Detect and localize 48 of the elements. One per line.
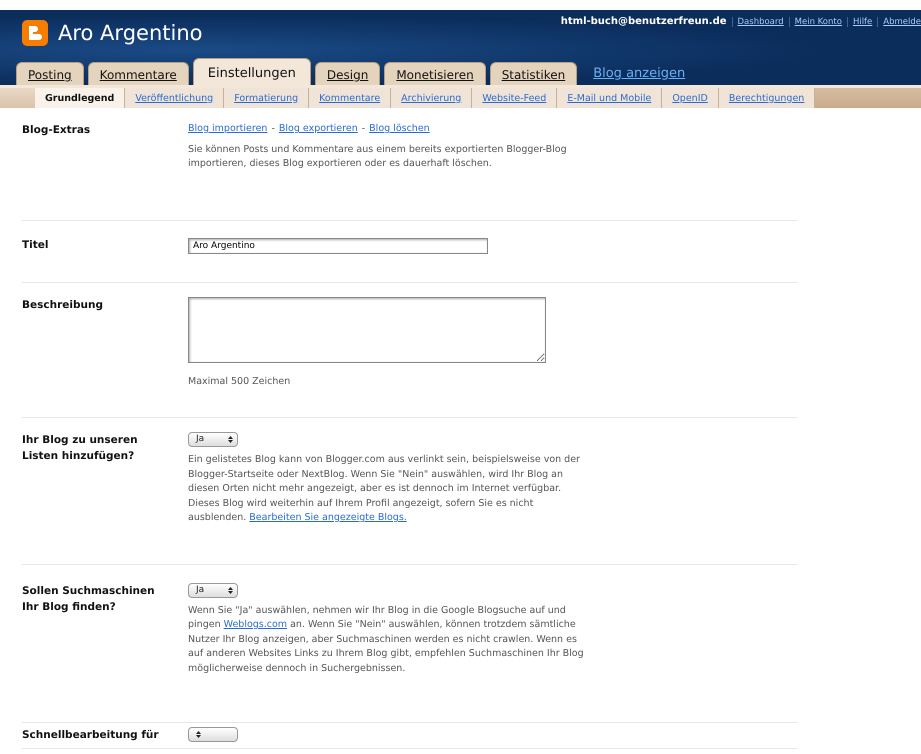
subnav-tab[interactable]: Archivierung <box>391 88 472 108</box>
setting-label: Titel <box>22 238 50 252</box>
dropdown[interactable] <box>188 727 238 742</box>
setting-description: Ein gelistetes Blog kann von Blogger.com aus verlinkt sein, beispielsweise von der Blogger-Startseite oder NextBlog. Wenn Sie "Nein" auswählen, wird Ihr Blog an diesen Orten nicht mehr angezeigt, aber es ist dennoch im Internet verfügbar. Dieses Blog wird weiterhin auf Ihrem Profil angezeigt, sofern Sie es nicht ausblenden. Bearbeiten Sie angezeigte Blogs. <box>188 453 581 525</box>
link-separator: - <box>362 123 366 134</box>
character-limit-note: Maximal 500 Zeichen <box>188 374 292 388</box>
nav-tab[interactable]: Statistiken <box>490 62 578 85</box>
nav-tab[interactable]: Design <box>314 62 380 85</box>
setting-label: Ihr Blog zu unseren Listen hinzufügen? <box>22 433 139 464</box>
blog-title: Aro Argentino <box>58 21 202 45</box>
subnav-tab[interactable]: Website-Feed <box>472 88 558 108</box>
subnav-tab[interactable]: Berechtigungen <box>718 88 816 108</box>
dropdown-arrow-icon <box>196 730 201 739</box>
user-email: html-buch@benutzerfreun.de <box>560 16 727 27</box>
setting-description: Sie können Posts und Kommentare aus einem bereits exportierten Blogger-Blog importieren, dieses Blog exportieren oder es dauerhaft löschen. <box>188 142 568 171</box>
description-textarea[interactable] <box>188 296 546 362</box>
link-separator: - <box>271 123 275 134</box>
account-link[interactable]: Dashboard <box>738 16 784 26</box>
nav-tab[interactable]: Monetisieren <box>384 62 486 85</box>
nav-tab[interactable]: Einstellungen <box>192 58 311 85</box>
action-link[interactable]: Blog löschen <box>369 123 430 134</box>
view-blog-link[interactable]: Blog anzeigen <box>593 66 686 81</box>
action-link[interactable]: Blog exportieren <box>278 123 358 134</box>
dropdown[interactable]: Ja <box>188 582 238 598</box>
subnav-tab[interactable]: E-Mail und Mobile <box>557 88 662 108</box>
account-link[interactable]: Hilfe <box>852 16 872 26</box>
setting-description: Wenn Sie "Ja" auswählen, nehmen wir Ihr Blog in die Google Blogsuche auf und pingen Weblogs.com an. Wenn Sie "Nein" auswählen, können trotzdem sämtliche Nutzer Ihr Blog anzeigen, aber Suchmaschinen werden es nicht crawlen. Wenn es auf anderen Websites Links zu Ihrem Blog gibt, empfehlen Suchmaschinen Ihr Blog möglicherweise dennoch in Suchergebnissen. <box>188 604 585 676</box>
account-link[interactable]: Mein Konto <box>794 16 842 26</box>
action-link[interactable]: Blog importieren <box>188 123 268 134</box>
subnav-tab[interactable]: Veröffentlichung <box>125 88 224 108</box>
logo-icon <box>22 20 48 46</box>
subnav-tab[interactable]: OpenID <box>662 88 719 108</box>
dropdown-arrow-icon <box>228 586 233 594</box>
subnav-tab[interactable]: Kommentare <box>309 88 392 108</box>
subnav-tab[interactable]: Formatierung <box>224 88 310 108</box>
title-input[interactable]: Aro Argentino <box>188 238 488 254</box>
setting-label: Blog-Extras <box>22 123 92 138</box>
account-link[interactable]: Abmelde <box>883 16 921 26</box>
help-link[interactable]: Weblogs.com <box>224 619 288 630</box>
help-link[interactable]: Bearbeiten Sie angezeigte Blogs. <box>249 512 407 523</box>
nav-tab[interactable]: Posting <box>16 62 84 85</box>
nav-tab[interactable]: Kommentare <box>88 62 189 85</box>
dropdown[interactable]: Ja <box>188 432 238 447</box>
setting-label: Schnellbearbeitung für <box>22 728 160 743</box>
subnav-tab[interactable]: Grundlegend <box>35 88 126 108</box>
setting-label: Beschreibung <box>22 298 104 312</box>
setting-label: Sollen Suchmaschinen Ihr Blog finden? <box>22 584 156 614</box>
dropdown-arrow-icon <box>228 435 233 444</box>
